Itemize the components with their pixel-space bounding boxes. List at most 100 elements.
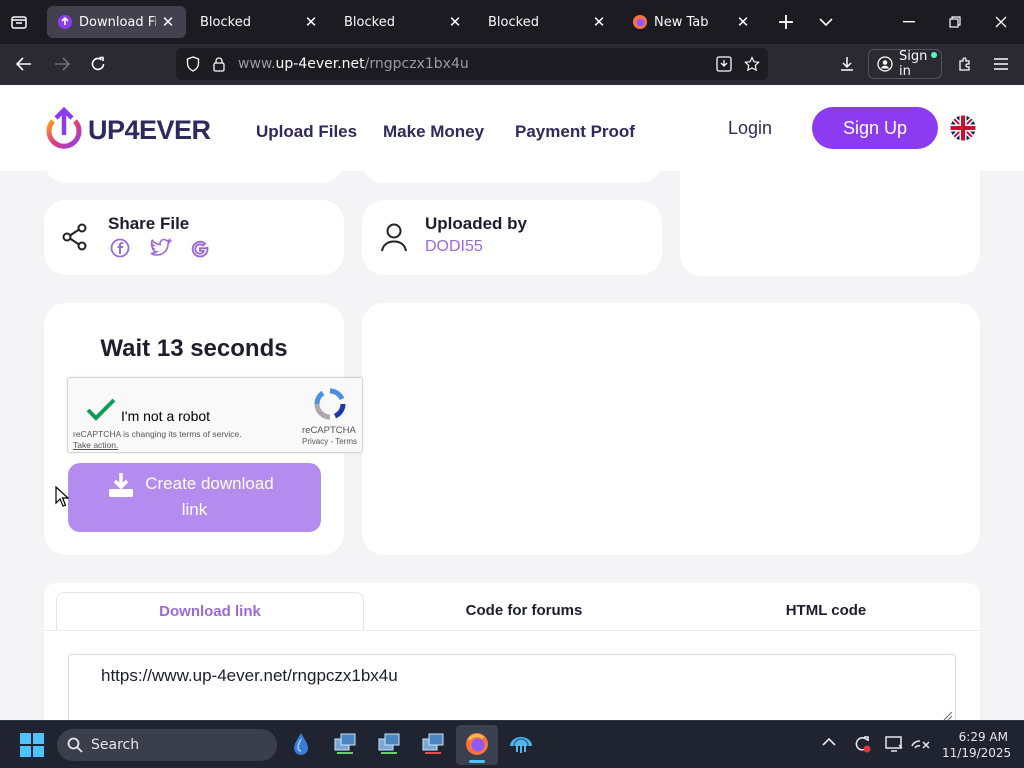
reload-icon[interactable] [86, 53, 110, 75]
taskbar-search-box[interactable]: Search [57, 729, 277, 761]
tab-title: Blocked [488, 14, 539, 30]
app-droplet-icon[interactable] [288, 731, 314, 757]
recaptcha-brand: reCAPTCHA [302, 425, 356, 436]
tab-title: Download File P [79, 14, 156, 30]
download-link-value: https://www.up-4ever.net/rngpczx1bx4u [101, 666, 398, 685]
recaptcha-logo-icon [314, 388, 346, 420]
page-content: Share File Uploaded by DODI55 Wait 13 se… [0, 85, 1024, 720]
taskbar-clock[interactable]: 6:29 AM 11/19/2025 [942, 729, 1012, 761]
display-icon[interactable] [884, 734, 904, 754]
tab-new-tab[interactable]: New Tab ✕ [622, 6, 761, 38]
sync-alert-icon[interactable] [852, 734, 872, 754]
up4ever-favicon [57, 14, 73, 30]
close-window-icon[interactable] [990, 10, 1012, 34]
active-app-indicator [469, 760, 485, 763]
downloads-icon[interactable] [836, 53, 858, 75]
tab-manager-icon[interactable] [8, 11, 30, 33]
captcha-terms-notice: reCAPTCHA is changing its terms of servi… [73, 429, 242, 439]
account-sign-in-button[interactable]: Sign in [868, 49, 942, 79]
clock-time: 6:29 AM [958, 730, 1008, 744]
url-text[interactable]: www.up-4ever.net/rngpczx1bx4u [238, 48, 469, 80]
network-volume-icon[interactable] [910, 734, 932, 754]
tab-code-for-forums[interactable]: Code for forums [374, 592, 674, 630]
uploaded-by-card: Uploaded by DODI55 [362, 200, 662, 275]
resize-handle-icon[interactable] [941, 709, 953, 720]
bookmark-star-icon[interactable] [742, 55, 762, 73]
user-icon [380, 222, 408, 252]
tab-title: Blocked [200, 14, 251, 30]
address-bar[interactable]: www.up-4ever.net/rngpczx1bx4u [176, 48, 768, 80]
tab-download-file[interactable]: Download File P ✕ [47, 6, 186, 38]
browser-tab-bar: Download File P ✕ Blocked ✕ Blocked ✕ Bl… [0, 0, 1024, 44]
preview-card [362, 303, 980, 555]
nav-payment-proof[interactable]: Payment Proof [515, 122, 635, 142]
app-network-icon-2[interactable] [376, 731, 402, 757]
tab-download-link-label: Download link [159, 603, 261, 620]
search-label: Search [91, 737, 140, 753]
windows-taskbar: Search 6:29 AM 11/19/2025 [0, 720, 1024, 768]
lock-icon[interactable] [210, 55, 228, 73]
close-tab-icon[interactable]: ✕ [587, 13, 611, 31]
forward-arrow-icon[interactable] [50, 53, 74, 75]
tab-title: New Tab [654, 14, 709, 30]
tray-overflow-chevron-icon[interactable] [822, 737, 836, 747]
site-header: UP4EVER Upload Files Make Money Payment … [0, 85, 1024, 171]
close-tab-icon[interactable]: ✕ [731, 13, 755, 31]
up4ever-logo-icon[interactable] [44, 105, 84, 151]
uk-flag-icon[interactable] [950, 115, 976, 141]
nav-upload-files[interactable]: Upload Files [256, 122, 357, 142]
sign-up-button[interactable]: Sign Up [812, 107, 938, 149]
create-button-line2: link [181, 500, 208, 519]
twitter-icon[interactable] [150, 238, 172, 258]
terms-link[interactable]: Terms [335, 437, 357, 446]
captcha-take-action-link[interactable]: Take action. [73, 440, 118, 450]
search-icon [67, 737, 83, 753]
url-path: /rngpczx1bx4u [364, 56, 469, 72]
share-file-title: Share File [108, 214, 190, 233]
clock-date: 11/19/2025 [942, 746, 1012, 760]
tab-blocked-1[interactable]: Blocked ✕ [190, 6, 329, 38]
browser-nav-bar: www.up-4ever.net/rngpczx1bx4u Sign in [0, 44, 1024, 85]
wait-countdown-text: Wait 13 seconds [100, 335, 288, 362]
back-arrow-icon[interactable] [12, 53, 36, 75]
taskbar-firefox-active[interactable] [456, 725, 498, 765]
app-network-icon-1[interactable] [332, 731, 358, 757]
app-shell-icon[interactable] [508, 731, 534, 757]
close-tab-icon[interactable]: ✕ [443, 13, 467, 31]
nav-make-money[interactable]: Make Money [383, 122, 484, 142]
login-link[interactable]: Login [728, 118, 772, 139]
save-page-icon[interactable] [714, 55, 734, 73]
privacy-link[interactable]: Privacy [302, 437, 328, 446]
close-tab-icon[interactable]: ✕ [156, 13, 180, 31]
account-icon [877, 56, 893, 72]
restore-icon[interactable] [944, 10, 966, 34]
windows-start-icon[interactable] [20, 733, 44, 757]
site-logo-text[interactable]: UP4EVER [88, 115, 211, 146]
tab-blocked-2[interactable]: Blocked ✕ [334, 6, 473, 38]
create-download-link-button[interactable]: Create download link [68, 463, 321, 532]
google-icon[interactable] [190, 238, 210, 258]
list-tabs-chevron-icon[interactable] [814, 10, 838, 34]
new-tab-plus-icon[interactable]: + [774, 10, 798, 35]
checkmark-icon[interactable] [86, 398, 116, 422]
url-domain: up-4ever.net [275, 56, 365, 72]
firefox-icon [632, 14, 648, 30]
firefox-icon [464, 731, 490, 757]
recaptcha-links: Privacy - Terms [302, 437, 357, 446]
menu-hamburger-icon[interactable] [990, 53, 1012, 75]
close-tab-icon[interactable]: ✕ [299, 13, 323, 31]
tab-title: Blocked [344, 14, 395, 30]
notification-dot [931, 52, 937, 58]
download-link-textarea[interactable]: https://www.up-4ever.net/rngpczx1bx4u [68, 654, 956, 720]
tab-blocked-3[interactable]: Blocked ✕ [478, 6, 617, 38]
url-prefix: www. [238, 56, 276, 72]
uploader-name-link[interactable]: DODI55 [425, 238, 483, 256]
tab-download-link[interactable]: Download link [56, 592, 364, 630]
app-network-icon-3[interactable] [420, 731, 446, 757]
share-icon [60, 222, 90, 252]
shield-icon[interactable] [184, 55, 202, 73]
facebook-icon[interactable] [110, 238, 130, 258]
tab-html-code[interactable]: HTML code [684, 592, 968, 630]
extensions-puzzle-icon[interactable] [954, 53, 976, 75]
minimize-icon[interactable] [898, 10, 920, 34]
